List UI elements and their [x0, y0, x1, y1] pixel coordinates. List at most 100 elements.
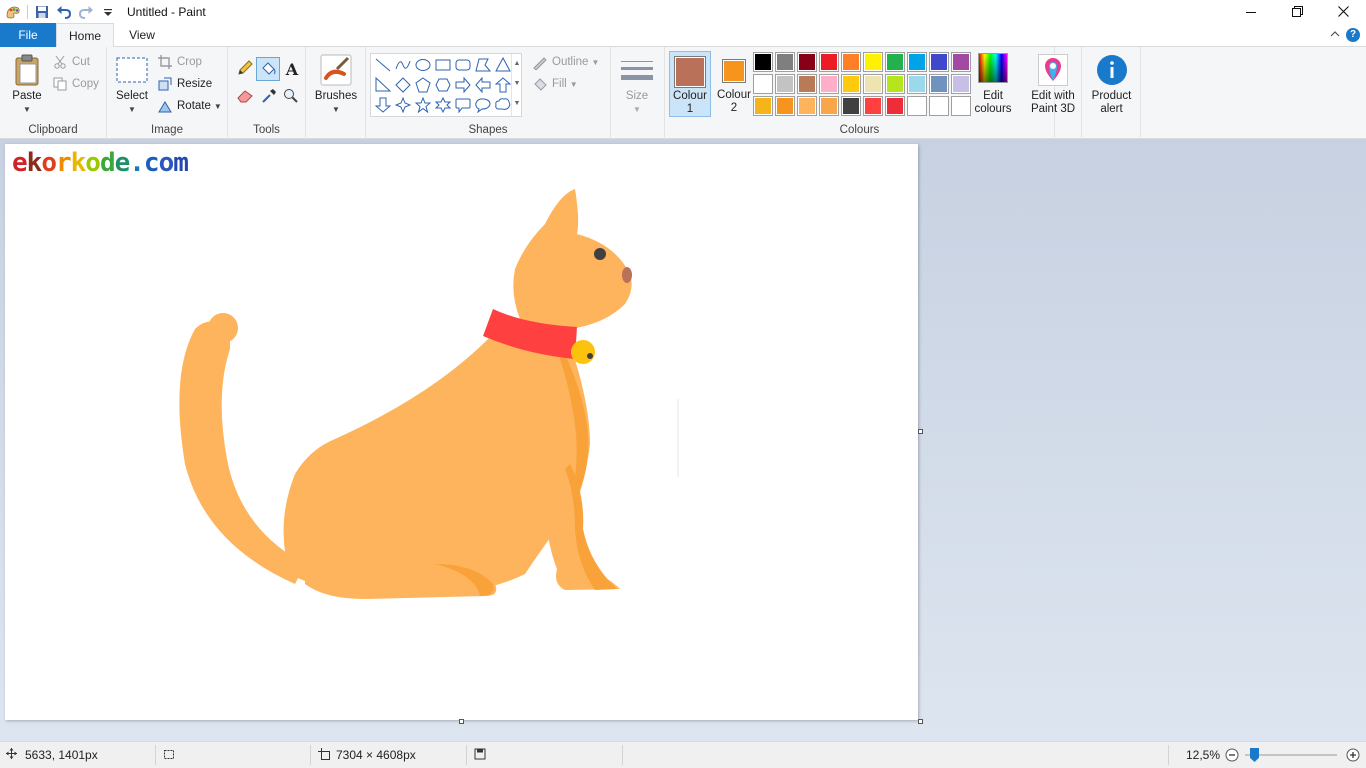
product-alert-button[interactable]: Product alert	[1084, 53, 1139, 116]
paint-app-icon[interactable]	[2, 1, 24, 23]
colour-picker-tool[interactable]	[258, 87, 280, 107]
outline-dropdown-icon[interactable]: ▼	[591, 58, 599, 67]
colour2-button[interactable]: Colour 2	[713, 51, 755, 117]
shapes-more-icon[interactable]: ▼	[512, 94, 522, 114]
palette-swatch[interactable]	[907, 52, 927, 72]
resize-handle-corner[interactable]	[918, 719, 923, 724]
brushes-dropdown-icon[interactable]: ▼	[313, 103, 359, 116]
palette-swatch[interactable]	[929, 96, 949, 116]
palette-swatch[interactable]	[863, 96, 883, 116]
rotate-dropdown-icon[interactable]: ▼	[214, 102, 222, 111]
drawing-canvas[interactable]: ekorkode.com	[5, 144, 918, 720]
palette-swatch[interactable]	[907, 96, 927, 116]
palette-swatch[interactable]	[929, 52, 949, 72]
text-tool[interactable]: A	[282, 59, 302, 79]
rotate-button[interactable]: Rotate ▼	[157, 96, 222, 116]
restore-icon[interactable]	[1274, 0, 1320, 23]
oval-shape-icon[interactable]	[413, 55, 433, 75]
palette-swatch[interactable]	[951, 52, 971, 72]
palette-swatch[interactable]	[797, 96, 817, 116]
shapes-scrollbar[interactable]: ▲ ▼ ▼	[511, 54, 522, 116]
down-arrow-shape-icon[interactable]	[373, 95, 393, 115]
minimize-icon[interactable]	[1228, 0, 1274, 23]
palette-swatch[interactable]	[797, 52, 817, 72]
fill-tool[interactable]	[256, 57, 280, 81]
help-icon[interactable]: ?	[1346, 28, 1360, 42]
six-point-star-shape-icon[interactable]	[433, 95, 453, 115]
eraser-tool[interactable]	[234, 87, 256, 107]
palette-swatch[interactable]	[951, 96, 971, 116]
outline-button[interactable]: Outline ▼	[532, 52, 599, 72]
crop-button[interactable]: Crop	[157, 52, 202, 72]
palette-swatch[interactable]	[753, 74, 773, 94]
resize-handle-right[interactable]	[918, 429, 923, 434]
up-arrow-shape-icon[interactable]	[493, 75, 513, 95]
shapes-scroll-down-icon[interactable]: ▼	[512, 74, 522, 94]
collapse-ribbon-icon[interactable]	[1330, 27, 1340, 41]
brushes-button[interactable]: Brushes ▼	[313, 53, 359, 116]
resize-button[interactable]: Resize	[157, 74, 212, 94]
palette-swatch[interactable]	[775, 52, 795, 72]
cloud-callout-shape-icon[interactable]	[493, 95, 513, 115]
palette-swatch[interactable]	[819, 96, 839, 116]
tab-file[interactable]: File	[0, 23, 56, 47]
palette-swatch[interactable]	[819, 52, 839, 72]
palette-swatch[interactable]	[841, 52, 861, 72]
diamond-shape-icon[interactable]	[393, 75, 413, 95]
edit-colours-button[interactable]: Edit colours	[973, 53, 1013, 116]
palette-swatch[interactable]	[775, 96, 795, 116]
oval-callout-shape-icon[interactable]	[473, 95, 493, 115]
line-shape-icon[interactable]	[373, 55, 393, 75]
zoom-slider-thumb[interactable]	[1250, 748, 1259, 762]
palette-swatch[interactable]	[819, 74, 839, 94]
curve-shape-icon[interactable]	[393, 55, 413, 75]
cut-button[interactable]: Cut	[52, 52, 90, 72]
zoom-slider[interactable]	[1245, 742, 1337, 768]
palette-swatch[interactable]	[841, 96, 861, 116]
rounded-callout-shape-icon[interactable]	[453, 95, 473, 115]
magnifier-tool[interactable]	[280, 87, 302, 107]
size-button[interactable]: Size ▼	[617, 53, 657, 116]
palette-swatch[interactable]	[929, 74, 949, 94]
close-icon[interactable]	[1320, 0, 1366, 23]
resize-handle-bottom[interactable]	[459, 719, 464, 724]
palette-swatch[interactable]	[885, 74, 905, 94]
zoom-out-button[interactable]	[1225, 742, 1239, 768]
redo-icon[interactable]	[75, 1, 97, 23]
four-point-star-shape-icon[interactable]	[393, 95, 413, 115]
triangle-shape-icon[interactable]	[493, 55, 513, 75]
paste-dropdown-icon[interactable]: ▼	[6, 103, 48, 116]
palette-swatch[interactable]	[775, 74, 795, 94]
palette-swatch[interactable]	[863, 74, 883, 94]
undo-icon[interactable]	[53, 1, 75, 23]
tab-view[interactable]: View	[120, 23, 164, 47]
polygon-shape-icon[interactable]	[473, 55, 493, 75]
palette-swatch[interactable]	[841, 74, 861, 94]
left-arrow-shape-icon[interactable]	[473, 75, 493, 95]
size-dropdown-icon[interactable]: ▼	[617, 103, 657, 116]
zoom-in-button[interactable]	[1346, 742, 1360, 768]
palette-swatch[interactable]	[907, 74, 927, 94]
pentagon-shape-icon[interactable]	[413, 75, 433, 95]
save-icon[interactable]	[31, 1, 53, 23]
palette-swatch[interactable]	[797, 74, 817, 94]
palette-swatch[interactable]	[863, 52, 883, 72]
tab-home[interactable]: Home	[56, 23, 114, 48]
shapes-scroll-up-icon[interactable]: ▲	[512, 54, 522, 74]
hexagon-shape-icon[interactable]	[433, 75, 453, 95]
palette-swatch[interactable]	[753, 52, 773, 72]
right-triangle-shape-icon[interactable]	[373, 75, 393, 95]
five-point-star-shape-icon[interactable]	[413, 95, 433, 115]
palette-swatch[interactable]	[885, 96, 905, 116]
colour1-button[interactable]: Colour 1	[669, 51, 711, 117]
customize-toolbar-icon[interactable]	[97, 1, 119, 23]
palette-swatch[interactable]	[951, 74, 971, 94]
right-arrow-shape-icon[interactable]	[453, 75, 473, 95]
rectangle-shape-icon[interactable]	[433, 55, 453, 75]
fill-dropdown-icon[interactable]: ▼	[570, 80, 578, 89]
copy-button[interactable]: Copy	[52, 74, 99, 94]
paste-button[interactable]: Paste ▼	[6, 53, 48, 116]
palette-swatch[interactable]	[753, 96, 773, 116]
select-dropdown-icon[interactable]: ▼	[113, 103, 151, 116]
fill-button[interactable]: Fill ▼	[532, 74, 578, 94]
